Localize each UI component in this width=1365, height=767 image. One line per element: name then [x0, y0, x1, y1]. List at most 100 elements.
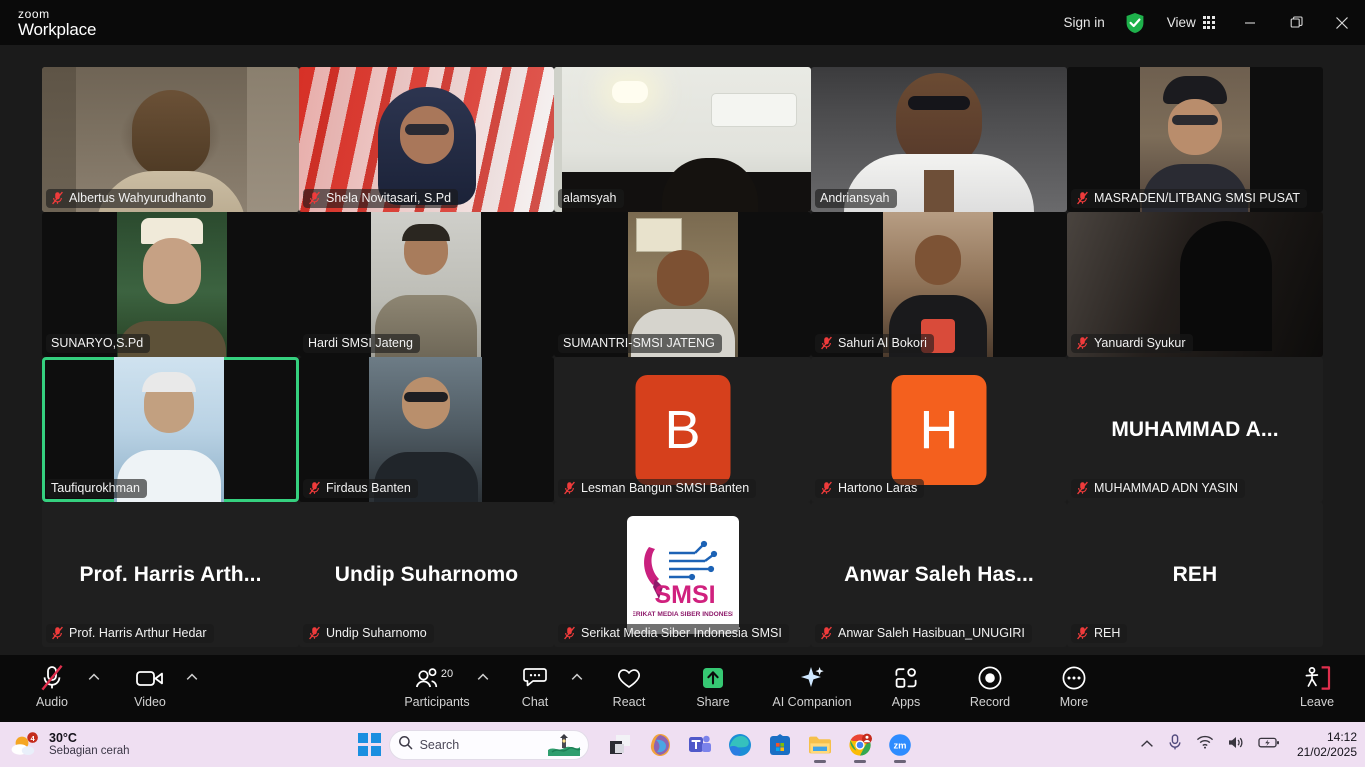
participant-tile[interactable]: SUMANTRI-SMSI JATENG [554, 212, 811, 357]
search-placeholder: Search [419, 737, 460, 752]
show-hidden-icons-icon[interactable] [1140, 736, 1154, 754]
participant-tile[interactable]: B Lesman Bangun SMSI Banten [554, 357, 811, 502]
camera-icon [135, 663, 165, 693]
smsi-logo-tagline: SERIKAT MEDIA SIBER INDONESIA [633, 611, 733, 618]
participant-tile[interactable]: H Hartono Laras [811, 357, 1067, 502]
participant-tile[interactable]: Yanuardi Syukur [1067, 212, 1323, 357]
record-button[interactable]: Record [956, 655, 1024, 709]
participants-button[interactable]: 20 Participants [399, 655, 475, 709]
chat-options-chevron-icon[interactable] [569, 655, 585, 681]
mic-muted-icon [309, 191, 320, 205]
taskbar-clock[interactable]: 14:12 21/02/2025 [1297, 730, 1357, 759]
audio-button[interactable]: Audio [18, 655, 86, 709]
participant-tile[interactable]: MASRADEN/LITBANG SMSI PUSAT [1067, 67, 1323, 212]
battery-charging-icon[interactable] [1258, 736, 1280, 754]
svg-text:zm: zm [893, 739, 906, 750]
participant-tile[interactable]: Andriansyah [811, 67, 1067, 212]
participant-name-badge: MASRADEN/LITBANG SMSI PUSAT [1071, 189, 1308, 208]
participant-name-badge: Hardi SMSI Jateng [303, 334, 420, 353]
minimize-button[interactable] [1227, 0, 1273, 45]
participants-options-chevron-icon[interactable] [475, 655, 491, 681]
avatar-initial: H [891, 374, 987, 485]
participant-tile[interactable]: Shela Novitasari, S.Pd [299, 67, 554, 212]
participant-name-badge: Firdaus Banten [303, 479, 418, 498]
google-chrome-icon[interactable] [847, 732, 873, 763]
microsoft-teams-icon[interactable] [687, 732, 713, 758]
microphone-tray-icon[interactable] [1167, 733, 1183, 756]
windows-start-icon[interactable] [358, 733, 381, 756]
chat-bubble-icon [522, 663, 548, 693]
more-button[interactable]: More [1040, 655, 1108, 709]
participant-display-name: Prof. Harris Arth... [79, 562, 262, 586]
participant-name-badge: Shela Novitasari, S.Pd [303, 189, 459, 208]
react-button[interactable]: React [595, 655, 663, 709]
participant-tile[interactable]: MUHAMMAD A... MUHAMMAD ADN YASIN [1067, 357, 1323, 502]
shield-check-icon[interactable] [1115, 12, 1155, 34]
participant-name-badge: Yanuardi Syukur [1071, 334, 1193, 353]
close-button[interactable] [1319, 0, 1365, 45]
participant-name-badge: Andriansyah [815, 189, 897, 208]
view-button[interactable]: View [1155, 15, 1227, 30]
weather-widget[interactable]: 4 30°C Sebagian cerah [0, 731, 220, 759]
participant-name: REH [1094, 626, 1121, 640]
mic-muted-icon [1077, 626, 1088, 640]
microphone-muted-icon [39, 663, 65, 693]
apps-label: Apps [891, 695, 921, 709]
participant-tile[interactable]: Anwar Saleh Has... Anwar Saleh Hasibuan_… [811, 502, 1067, 647]
mic-muted-icon [309, 626, 320, 640]
wifi-icon[interactable] [1196, 735, 1214, 754]
volume-icon[interactable] [1227, 735, 1245, 755]
restore-button[interactable] [1273, 0, 1319, 45]
title-bar: zoom Workplace Sign in View [0, 0, 1365, 45]
participant-tile[interactable]: Undip Suharnomo Undip Suharnomo [299, 502, 554, 647]
weather-text: 30°C Sebagian cerah [49, 731, 130, 759]
participant-name-badge: MUHAMMAD ADN YASIN [1071, 479, 1246, 498]
smsi-logo-title: SMSI [654, 581, 715, 609]
participant-tile[interactable]: Albertus Wahyurudhanto [42, 67, 299, 212]
participant-tile[interactable]: Hardi SMSI Jateng [299, 212, 554, 357]
search-input[interactable]: Search [388, 729, 589, 760]
participant-display-name: REH [1172, 562, 1218, 586]
participant-tile[interactable]: REH REH [1067, 502, 1323, 647]
chat-button[interactable]: Chat [501, 655, 569, 709]
participant-tile[interactable]: Sahuri Al Bokori [811, 212, 1067, 357]
view-label: View [1166, 15, 1196, 30]
leave-button[interactable]: Leave [1283, 655, 1351, 709]
participant-tile[interactable]: SMSI SERIKAT MEDIA SIBER INDONESIA Serik… [554, 502, 811, 647]
zoom-meeting-window: zoom Workplace Sign in View Albertus Wah… [0, 0, 1365, 767]
system-tray: 14:12 21/02/2025 [1140, 722, 1357, 767]
participant-tile-active-speaker[interactable]: Taufiqurokhman [42, 357, 299, 502]
participant-name: SUNARYO,S.Pd [51, 336, 144, 350]
copilot-icon[interactable] [647, 732, 673, 758]
ai-companion-button[interactable]: AI Companion [762, 655, 862, 709]
taskbar-app-icons: zm [607, 732, 913, 763]
microsoft-edge-icon[interactable] [727, 732, 753, 758]
mic-muted-icon [821, 336, 832, 350]
participant-tile[interactable]: alamsyah [554, 67, 811, 212]
avatar-initial: B [635, 374, 730, 485]
video-options-chevron-icon[interactable] [184, 655, 200, 681]
task-view-icon[interactable] [607, 732, 633, 758]
zoom-icon[interactable]: zm [887, 732, 913, 763]
brand-zoom: zoom [18, 6, 50, 21]
file-explorer-icon[interactable] [807, 732, 833, 763]
chat-label: Chat [521, 695, 549, 709]
audio-options-chevron-icon[interactable] [86, 655, 102, 681]
microsoft-store-icon[interactable] [767, 732, 793, 758]
video-button[interactable]: Video [116, 655, 184, 709]
participant-tile[interactable]: Firdaus Banten [299, 357, 554, 502]
participant-tile[interactable]: SUNARYO,S.Pd [42, 212, 299, 357]
weather-temperature: 30°C [49, 730, 77, 745]
apps-button[interactable]: Apps [872, 655, 940, 709]
share-button[interactable]: Share [679, 655, 747, 709]
mic-muted-icon [1077, 336, 1088, 350]
more-label: More [1059, 695, 1089, 709]
record-label: Record [969, 695, 1011, 709]
participant-name: SUMANTRI-SMSI JATENG [563, 336, 715, 350]
participant-tile[interactable]: Prof. Harris Arth... Prof. Harris Arthur… [42, 502, 299, 647]
search-icon [398, 735, 413, 755]
sign-in-button[interactable]: Sign in [1054, 15, 1115, 30]
participants-count: 20 [441, 668, 453, 680]
avatar-letter: B [664, 399, 701, 460]
participant-display-name: Undip Suharnomo [334, 562, 519, 586]
